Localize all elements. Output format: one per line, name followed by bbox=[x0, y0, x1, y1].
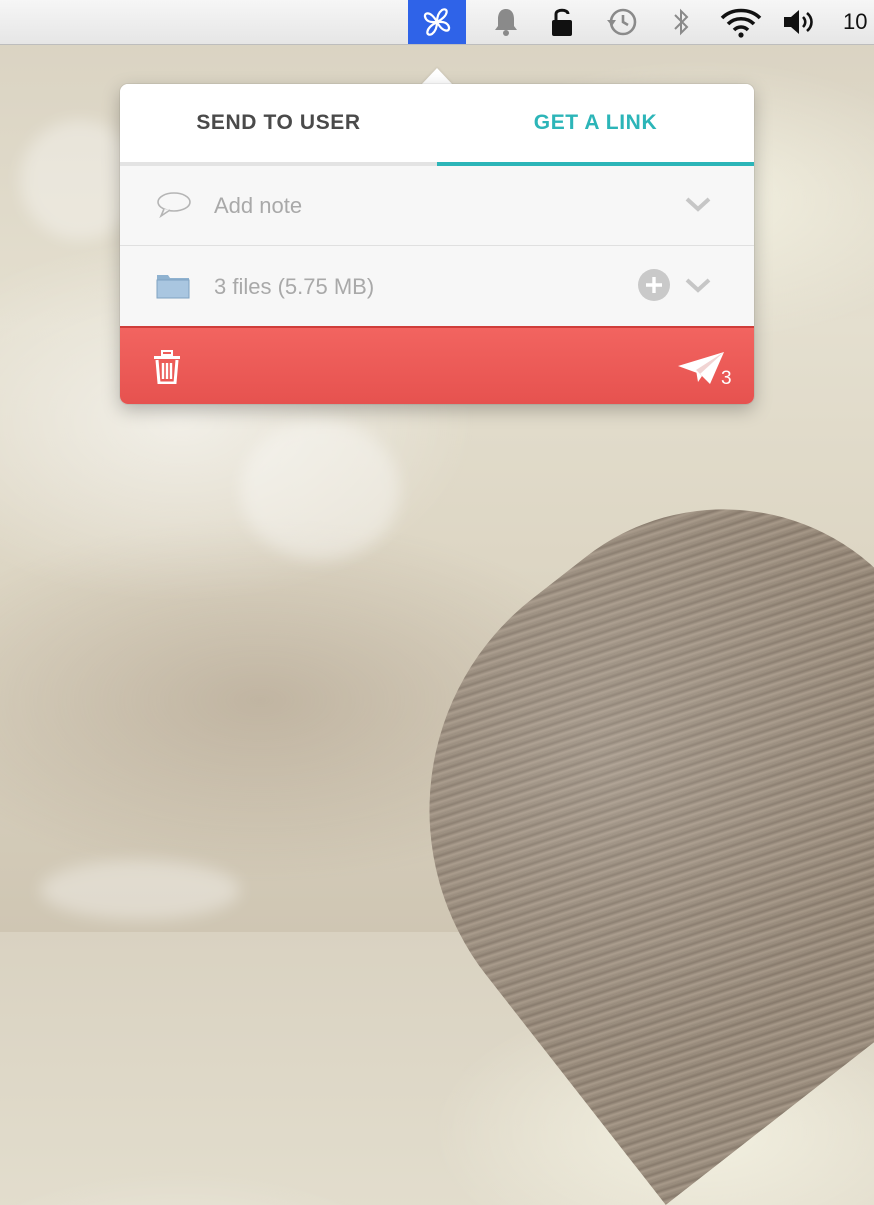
add-note-label: Add note bbox=[214, 192, 303, 218]
background-rock bbox=[320, 418, 874, 1205]
folder-icon bbox=[156, 271, 190, 303]
speaker-icon[interactable] bbox=[780, 0, 820, 44]
send-count-badge: 3 bbox=[721, 368, 732, 389]
speech-bubble-icon bbox=[156, 190, 192, 222]
bluetooth-icon[interactable] bbox=[668, 0, 694, 44]
bell-icon[interactable] bbox=[490, 0, 522, 44]
tab-bar: SEND TO USER GET A LINK bbox=[120, 84, 754, 166]
background-bokeh bbox=[40, 860, 240, 920]
paper-plane-icon bbox=[678, 352, 724, 384]
wifi-icon[interactable] bbox=[718, 0, 764, 44]
tab-send-to-user[interactable]: SEND TO USER bbox=[120, 84, 437, 166]
lock-icon[interactable] bbox=[548, 0, 576, 44]
send-button[interactable] bbox=[676, 348, 726, 392]
background-bokeh bbox=[240, 420, 400, 560]
trash-icon[interactable] bbox=[152, 350, 182, 388]
add-note-row[interactable]: Add note bbox=[120, 166, 754, 246]
tab-get-a-link[interactable]: GET A LINK bbox=[437, 84, 754, 166]
propeller-icon bbox=[423, 8, 451, 36]
share-popover: SEND TO USER GET A LINK Add note 3 files… bbox=[120, 84, 754, 404]
files-summary: 3 files (5.75 MB) bbox=[214, 273, 375, 299]
popover-caret bbox=[421, 68, 453, 85]
files-row[interactable]: 3 files (5.75 MB) bbox=[120, 246, 754, 327]
menu-bar: 10 bbox=[0, 0, 874, 45]
chevron-down-icon[interactable] bbox=[684, 195, 712, 217]
action-footer: 3 bbox=[120, 326, 754, 404]
add-files-icon[interactable] bbox=[637, 268, 671, 306]
menu-clock[interactable]: 10 bbox=[843, 0, 867, 44]
chevron-down-icon[interactable] bbox=[684, 276, 712, 298]
clock-history-icon[interactable] bbox=[604, 0, 640, 44]
app-menu-icon[interactable] bbox=[408, 0, 466, 44]
